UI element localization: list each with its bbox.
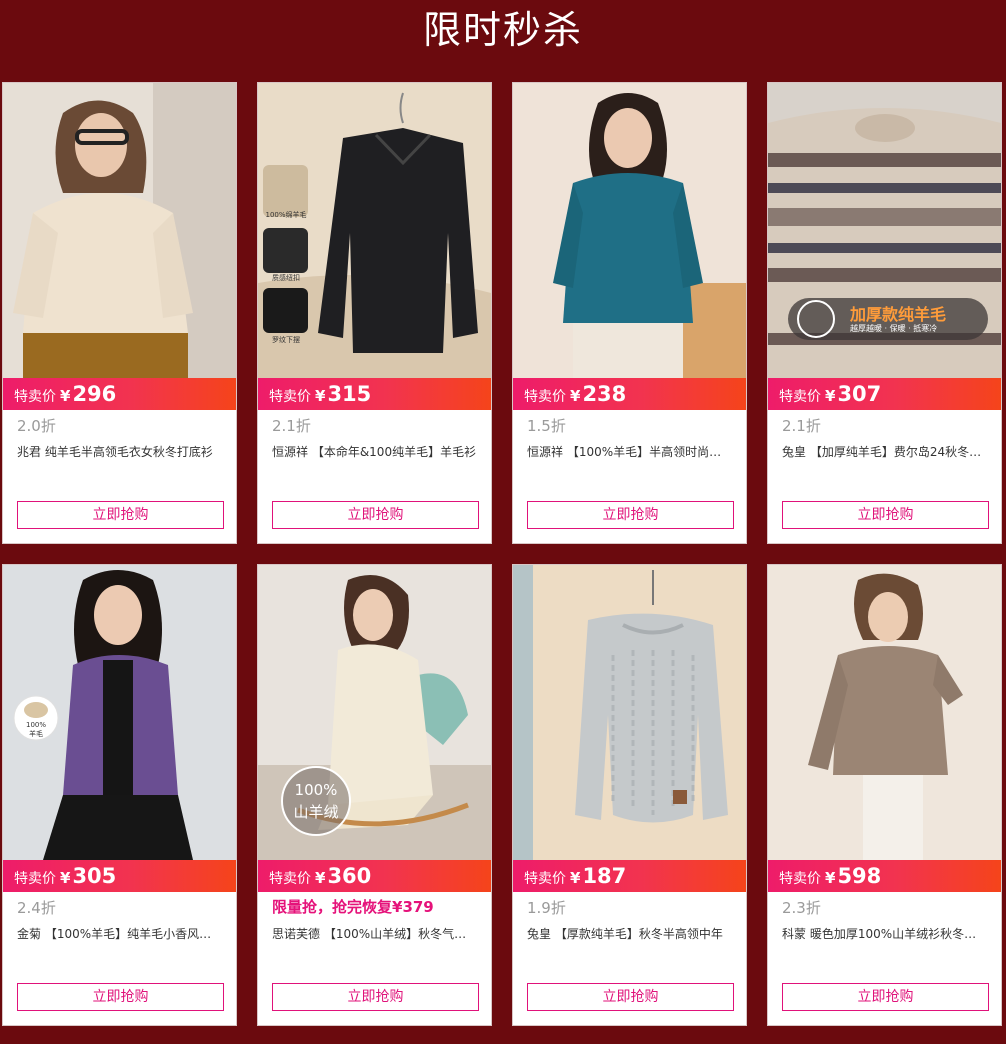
price-bar: 特卖价 ¥ 187 bbox=[513, 860, 746, 892]
price-label: 特卖价 bbox=[269, 871, 311, 887]
badge-label: 100%绵羊毛 bbox=[265, 211, 307, 219]
price-value: 296 bbox=[72, 382, 117, 406]
currency-symbol: ¥ bbox=[315, 869, 326, 887]
image-banner-subtitle: 越厚越暖 · 保暖 · 抵寒冷 bbox=[850, 324, 938, 333]
currency-symbol: ¥ bbox=[60, 869, 71, 887]
currency-symbol: ¥ bbox=[825, 387, 836, 405]
limited-promo-text: 限量抢，抢完恢复¥379 bbox=[272, 898, 434, 916]
price-label: 特卖价 bbox=[524, 871, 566, 887]
product-card[interactable]: 特卖价 ¥ 598 2.3折 科蒙 暖色加厚100%山羊绒衫秋冬百搭 立即抢购 bbox=[767, 564, 1002, 1026]
currency-symbol: ¥ bbox=[570, 869, 581, 887]
price-label: 特卖价 bbox=[779, 871, 821, 887]
product-card[interactable]: 100% 羊毛 特卖价 ¥ 305 2.4折 金菊 【100%羊毛】纯羊毛小香风… bbox=[2, 564, 237, 1026]
price-bar: 特卖价 ¥ 238 bbox=[513, 378, 746, 410]
product-name[interactable]: 恒源祥 【100%羊毛】半高领时尚提花 bbox=[527, 443, 732, 461]
discount-text: 2.1折 bbox=[782, 417, 821, 435]
product-grid: 特卖价 ¥ 296 2.0折 兆君 纯羊毛半高领毛衣女秋冬打底衫 立即抢购 10… bbox=[2, 82, 1004, 1044]
product-card[interactable]: 特卖价 ¥ 187 1.9折 兔皇 【厚款纯羊毛】秋冬半高领中年 立即抢购 bbox=[512, 564, 747, 1026]
product-image[interactable] bbox=[513, 565, 746, 860]
price-value: 360 bbox=[327, 864, 372, 888]
buy-now-button[interactable]: 立即抢购 bbox=[17, 501, 224, 529]
buy-now-button[interactable]: 立即抢购 bbox=[272, 501, 479, 529]
buy-now-button[interactable]: 立即抢购 bbox=[782, 983, 989, 1011]
discount-text: 2.3折 bbox=[782, 899, 821, 917]
product-name[interactable]: 兔皇 【加厚纯羊毛】费尔岛24秋冬新款 bbox=[782, 443, 987, 461]
buy-now-button[interactable]: 立即抢购 bbox=[272, 983, 479, 1011]
product-image[interactable] bbox=[3, 83, 236, 378]
product-name[interactable]: 金菊 【100%羊毛】纯羊毛小香风外套 bbox=[17, 925, 222, 943]
price-label: 特卖价 bbox=[14, 389, 56, 405]
currency-symbol: ¥ bbox=[570, 387, 581, 405]
page-title: 限时秒杀 bbox=[422, 8, 583, 52]
discount-text: 1.5折 bbox=[527, 417, 566, 435]
buy-now-button[interactable]: 立即抢购 bbox=[782, 501, 989, 529]
product-image[interactable]: 100%绵羊毛 质感纽扣 罗纹下摆 bbox=[258, 83, 491, 378]
product-card[interactable]: 特卖价 ¥ 296 2.0折 兆君 纯羊毛半高领毛衣女秋冬打底衫 立即抢购 bbox=[2, 82, 237, 544]
badge-label: 羊毛 bbox=[29, 730, 43, 738]
badge-label: 罗纹下摆 bbox=[272, 336, 300, 344]
product-name[interactable]: 思诺芙德 【100%山羊绒】秋冬气质女装 bbox=[272, 925, 477, 943]
buy-now-button[interactable]: 立即抢购 bbox=[527, 501, 734, 529]
discount-text: 1.9折 bbox=[527, 899, 566, 917]
discount-text: 2.4折 bbox=[17, 899, 56, 917]
badge-label: 100% bbox=[25, 721, 46, 729]
price-label: 特卖价 bbox=[779, 389, 821, 405]
product-card[interactable]: 100% 山羊绒 特卖价 ¥ 360 限量抢，抢完恢复¥379 思诺芙德 【10… bbox=[257, 564, 492, 1026]
product-card[interactable]: 100%绵羊毛 质感纽扣 罗纹下摆 特卖价 ¥ 315 2.1折 恒源祥 【本命… bbox=[257, 82, 492, 544]
price-value: 305 bbox=[72, 864, 117, 888]
product-image[interactable] bbox=[513, 83, 746, 378]
product-card[interactable]: 加厚款纯羊毛 越厚越暖 · 保暖 · 抵寒冷 特卖价 ¥ 307 2.1折 兔皇… bbox=[767, 82, 1002, 544]
price-label: 特卖价 bbox=[14, 871, 56, 887]
product-name[interactable]: 科蒙 暖色加厚100%山羊绒衫秋冬百搭 bbox=[782, 925, 987, 943]
product-image[interactable] bbox=[768, 565, 1001, 860]
image-banner-title: 加厚款纯羊毛 bbox=[850, 305, 947, 324]
product-card[interactable]: 特卖价 ¥ 238 1.5折 恒源祥 【100%羊毛】半高领时尚提花 立即抢购 bbox=[512, 82, 747, 544]
price-bar: 特卖价 ¥ 305 bbox=[3, 860, 236, 892]
price-bar: 特卖价 ¥ 296 bbox=[3, 378, 236, 410]
product-name[interactable]: 兆君 纯羊毛半高领毛衣女秋冬打底衫 bbox=[17, 443, 222, 461]
discount-text: 2.1折 bbox=[272, 417, 311, 435]
price-value: 187 bbox=[582, 864, 627, 888]
currency-symbol: ¥ bbox=[315, 387, 326, 405]
product-name[interactable]: 恒源祥 【本命年&100纯羊毛】羊毛衫 bbox=[272, 443, 477, 461]
price-value: 315 bbox=[327, 382, 372, 406]
badge-label: 山羊绒 bbox=[293, 803, 339, 821]
currency-symbol: ¥ bbox=[825, 869, 836, 887]
price-bar: 特卖价 ¥ 307 bbox=[768, 378, 1001, 410]
buy-now-button[interactable]: 立即抢购 bbox=[527, 983, 734, 1011]
price-bar: 特卖价 ¥ 360 bbox=[258, 860, 491, 892]
price-value: 238 bbox=[582, 382, 627, 406]
badge-label: 100% bbox=[294, 781, 338, 799]
currency-symbol: ¥ bbox=[60, 387, 71, 405]
product-image[interactable]: 100% 羊毛 bbox=[3, 565, 236, 860]
price-label: 特卖价 bbox=[269, 389, 311, 405]
product-image[interactable]: 100% 山羊绒 bbox=[258, 565, 491, 860]
price-label: 特卖价 bbox=[524, 389, 566, 405]
price-value: 307 bbox=[837, 382, 882, 406]
product-image[interactable]: 加厚款纯羊毛 越厚越暖 · 保暖 · 抵寒冷 bbox=[768, 83, 1001, 378]
price-bar: 特卖价 ¥ 598 bbox=[768, 860, 1001, 892]
discount-text: 2.0折 bbox=[17, 417, 56, 435]
buy-now-button[interactable]: 立即抢购 bbox=[17, 983, 224, 1011]
badge-label: 质感纽扣 bbox=[272, 274, 300, 282]
price-bar: 特卖价 ¥ 315 bbox=[258, 378, 491, 410]
product-name[interactable]: 兔皇 【厚款纯羊毛】秋冬半高领中年 bbox=[527, 925, 732, 943]
price-value: 598 bbox=[837, 864, 882, 888]
